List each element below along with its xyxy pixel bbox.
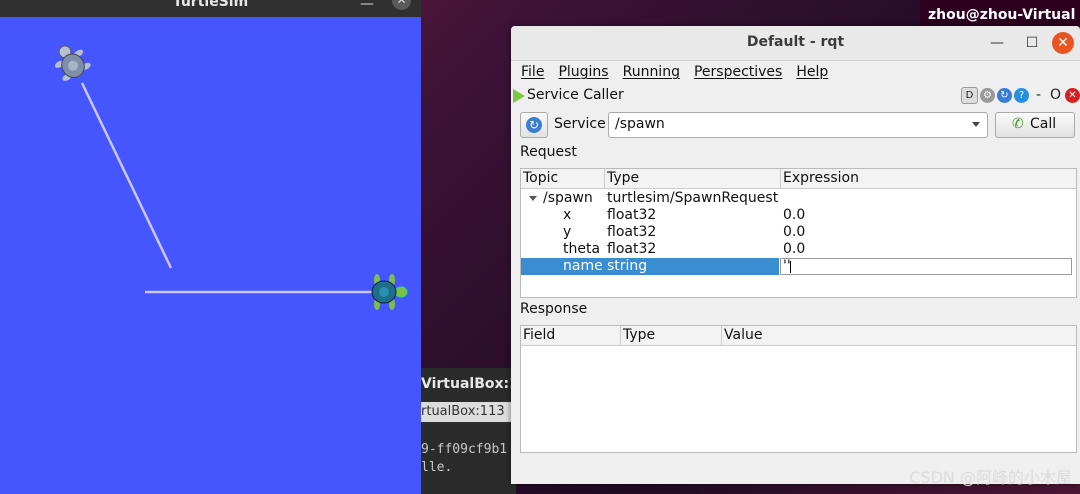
call-label: Call bbox=[1030, 116, 1057, 132]
play-icon bbox=[513, 89, 525, 103]
refresh-services-button[interactable]: ↻ bbox=[520, 112, 548, 138]
turtlesim-window: TurtleSim — ✕ bbox=[0, 0, 421, 494]
turtle2-icon bbox=[371, 274, 408, 310]
refresh-icon: ↻ bbox=[526, 117, 542, 133]
row-topic: y bbox=[563, 224, 572, 240]
row-topic: name bbox=[563, 258, 603, 274]
service-value: /spawn bbox=[615, 116, 665, 132]
row-expression[interactable]: 0.0 bbox=[783, 224, 805, 241]
minimize-button[interactable]: — bbox=[986, 32, 1008, 54]
float-plugin-icon[interactable]: O bbox=[1048, 88, 1063, 103]
row-type: float32 bbox=[607, 241, 657, 257]
service-label: Service bbox=[554, 116, 606, 132]
rqt-titlebar[interactable]: Default - rqt — ☐ ✕ bbox=[511, 26, 1080, 61]
request-label: Request bbox=[520, 144, 577, 160]
service-row: ↻ Service /spawn ✆ Call bbox=[520, 112, 1075, 138]
selection-highlight bbox=[521, 258, 779, 275]
tree-row[interactable]: x float32 0.0 bbox=[521, 207, 1076, 224]
phone-icon: ✆ bbox=[1012, 116, 1024, 132]
maximize-button[interactable]: ☐ bbox=[1021, 32, 1043, 54]
terminal-window: VirtualBox:1 rtualBox:113 9-ff09cf9b1 ll… bbox=[421, 368, 516, 494]
terminal-text: lle. bbox=[421, 460, 453, 475]
menu-running[interactable]: Running bbox=[623, 61, 680, 83]
row-topic: x bbox=[563, 207, 572, 223]
menu-bar: File Plugins Running Perspectives Help bbox=[511, 61, 1080, 83]
row-expression[interactable]: 0.0 bbox=[783, 207, 805, 224]
request-tree[interactable]: Topic Type Expression /spawn turtlesim/S… bbox=[520, 168, 1077, 298]
call-button[interactable]: ✆ Call bbox=[995, 112, 1075, 138]
gear-icon[interactable]: ⚙ bbox=[980, 88, 995, 103]
turtle1-path-diagonal bbox=[80, 82, 173, 269]
service-select[interactable]: /spawn bbox=[608, 112, 988, 138]
terminal-tab[interactable]: rtualBox:113 bbox=[421, 402, 516, 422]
row-expression[interactable]: 0.0 bbox=[783, 241, 805, 258]
close-plugin-icon[interactable]: ✕ bbox=[1065, 88, 1080, 103]
menu-plugins[interactable]: Plugins bbox=[558, 61, 608, 83]
response-tree[interactable]: Field Type Value bbox=[520, 325, 1077, 453]
column-header-type[interactable]: Type bbox=[623, 327, 655, 343]
text-caret bbox=[790, 261, 791, 273]
reload-icon[interactable]: ↻ bbox=[997, 88, 1012, 103]
row-type: float32 bbox=[607, 207, 657, 223]
minimize-plugin-icon[interactable]: - bbox=[1031, 88, 1046, 103]
row-type: float32 bbox=[607, 224, 657, 240]
turtle1-icon bbox=[54, 45, 91, 81]
column-header-expression[interactable]: Expression bbox=[783, 170, 859, 186]
watermark: CSDN @阿峰的小木屋 bbox=[909, 468, 1072, 487]
plugin-title-bar: Service Caller D ⚙ ↻ ? - O ✕ bbox=[511, 86, 1080, 106]
expression-editor[interactable]: '' bbox=[780, 258, 1072, 275]
chevron-down-icon bbox=[972, 122, 980, 127]
tree-row[interactable]: /spawn turtlesim/SpawnRequest bbox=[521, 190, 1076, 207]
terminal-title[interactable]: VirtualBox:1 bbox=[421, 376, 516, 392]
tree-row[interactable]: theta float32 0.0 bbox=[521, 241, 1076, 258]
plugin-title: Service Caller bbox=[527, 87, 624, 103]
column-header-field[interactable]: Field bbox=[523, 327, 555, 343]
row-topic: theta bbox=[563, 241, 601, 257]
terminal-text: 9-ff09cf9b1 bbox=[421, 442, 508, 457]
help-icon[interactable]: ? bbox=[1014, 88, 1029, 103]
row-type: string bbox=[607, 258, 648, 274]
menu-file[interactable]: File bbox=[521, 61, 544, 83]
expand-arrow-icon[interactable] bbox=[529, 196, 537, 201]
request-tree-header: Topic Type Expression bbox=[521, 169, 1076, 189]
column-header-value[interactable]: Value bbox=[724, 327, 762, 343]
dock-icon[interactable]: D bbox=[961, 87, 978, 104]
menu-perspectives[interactable]: Perspectives bbox=[694, 61, 782, 83]
close-button[interactable]: ✕ bbox=[1052, 32, 1074, 54]
tree-row[interactable]: y float32 0.0 bbox=[521, 224, 1076, 241]
response-label: Response bbox=[520, 301, 588, 317]
rqt-window: Default - rqt — ☐ ✕ File Plugins Running… bbox=[511, 26, 1080, 484]
response-tree-header: Field Type Value bbox=[521, 326, 1076, 346]
column-header-type[interactable]: Type bbox=[607, 170, 639, 186]
tree-row-selected[interactable]: name string '' bbox=[521, 258, 1076, 275]
column-header-topic[interactable]: Topic bbox=[523, 170, 558, 186]
row-topic: /spawn bbox=[543, 190, 593, 206]
turtlesim-canvas bbox=[54, 45, 408, 310]
menu-help[interactable]: Help bbox=[796, 61, 828, 83]
plugin-controls: D ⚙ ↻ ? - O ✕ bbox=[961, 87, 1080, 104]
row-type: turtlesim/SpawnRequest bbox=[607, 190, 779, 206]
